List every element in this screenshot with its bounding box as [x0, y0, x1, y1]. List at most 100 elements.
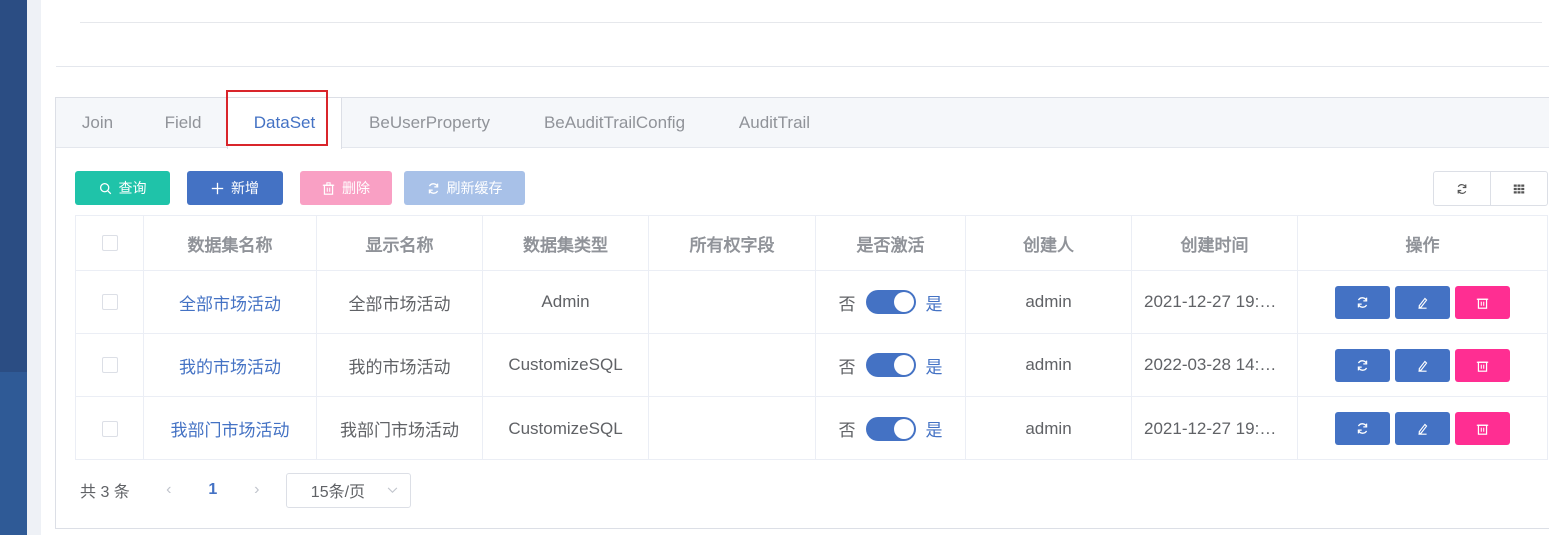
active-switch[interactable]	[865, 416, 916, 441]
actions-cell	[1298, 334, 1547, 396]
switch-on-label: 是	[925, 421, 943, 440]
name-cell: 我的市场活动	[144, 334, 317, 396]
name-cell: 我部门市场活动	[144, 397, 317, 460]
type-cell: CustomizeSQL	[483, 334, 649, 396]
dataset-name-link[interactable]: 我部门市场活动	[171, 416, 290, 441]
dataset-name-link[interactable]: 我的市场活动	[179, 353, 281, 378]
active-switch[interactable]	[865, 353, 916, 377]
tab-audittrail[interactable]: AuditTrail	[712, 98, 837, 148]
pagination-total: 共 3 条	[80, 484, 130, 501]
row-checkbox-cell	[76, 334, 144, 396]
column-header[interactable]: 创建人	[966, 216, 1132, 270]
column-header[interactable]: 数据集类型	[483, 216, 649, 270]
row-checkbox[interactable]	[101, 357, 118, 373]
tab-beaudittrailconfig[interactable]: BeAuditTrailConfig	[517, 98, 712, 148]
refresh-icon	[428, 182, 438, 194]
delete-row-button[interactable]	[1455, 285, 1510, 319]
dataset-table: 数据集名称 显示名称 数据集类型 所有权字段 是否激活 创建人 创建时间 操作 …	[75, 215, 1548, 460]
row-checkbox-cell	[76, 271, 144, 333]
sync-row-button[interactable]	[1335, 412, 1390, 445]
sidebar-strip	[0, 0, 27, 535]
created-time-cell: 2021-12-27 19:…	[1132, 397, 1298, 460]
plus-icon	[211, 182, 224, 194]
creator-cell: admin	[966, 271, 1132, 333]
name-cell: 全部市场活动	[144, 271, 317, 333]
column-header[interactable]: 显示名称	[317, 216, 483, 270]
active-cell: 否 是	[816, 334, 966, 396]
columns-toggle-button[interactable]	[1490, 172, 1547, 205]
active-cell: 否 是	[816, 397, 966, 460]
edit-icon	[1418, 360, 1428, 372]
switch-off-label: 否	[838, 294, 856, 314]
refresh-icon	[1357, 359, 1368, 371]
row-checkbox[interactable]	[101, 420, 118, 437]
table-tools	[1433, 171, 1548, 206]
query-button[interactable]: 查询	[75, 171, 170, 205]
edit-icon	[1418, 423, 1428, 435]
query-button-label: 查询	[118, 180, 147, 196]
column-header[interactable]: 所有权字段	[649, 216, 816, 270]
tab-field[interactable]: Field	[139, 98, 227, 148]
creator-cell: admin	[966, 397, 1132, 460]
row-checkbox-cell	[76, 397, 144, 460]
select-all-checkbox[interactable]	[101, 235, 118, 251]
pagination: 共 3 条 ‹ 1 › 15条/页	[80, 472, 411, 508]
column-header[interactable]: 创建时间	[1132, 216, 1298, 270]
page-size-value: 15条/页	[310, 484, 366, 501]
grid-icon	[1513, 184, 1525, 193]
switch-off-label: 否	[838, 421, 856, 440]
divider	[56, 66, 1549, 67]
tab-join[interactable]: Join	[56, 98, 139, 148]
owner-field-cell	[649, 334, 816, 396]
current-page[interactable]: 1	[184, 481, 242, 499]
table-header-row: 数据集名称 显示名称 数据集类型 所有权字段 是否激活 创建人 创建时间 操作	[76, 216, 1547, 271]
refresh-icon	[1357, 423, 1368, 434]
edit-row-button[interactable]	[1395, 348, 1450, 382]
switch-on-label: 是	[925, 357, 943, 377]
display-name-cell: 全部市场活动	[317, 271, 483, 333]
table-row: 我部门市场活动 我部门市场活动 CustomizeSQL 否 是 admin 2…	[76, 397, 1547, 460]
edit-row-button[interactable]	[1395, 285, 1450, 319]
add-button[interactable]: 新增	[187, 171, 283, 205]
page-size-select[interactable]: 15条/页	[285, 472, 411, 508]
delete-button-label: 删除	[342, 180, 370, 196]
reload-table-button[interactable]	[1434, 172, 1490, 205]
search-icon	[99, 182, 111, 194]
next-page-icon[interactable]: ›	[242, 481, 272, 499]
content-gutter	[27, 0, 41, 535]
owner-field-cell	[649, 397, 816, 460]
tab-beuserproperty[interactable]: BeUserProperty	[342, 98, 517, 148]
header-checkbox-cell	[76, 216, 144, 270]
active-switch[interactable]	[865, 290, 916, 314]
prev-page-icon[interactable]: ‹	[154, 481, 184, 499]
table-row: 全部市场活动 全部市场活动 Admin 否 是 admin 2021-12-27…	[76, 271, 1547, 334]
type-cell: CustomizeSQL	[483, 397, 649, 460]
refresh-icon	[1357, 296, 1368, 308]
trash-icon	[1476, 424, 1489, 435]
trash-icon	[1476, 361, 1489, 372]
trash-icon	[322, 181, 335, 195]
row-checkbox[interactable]	[101, 294, 118, 310]
column-header[interactable]: 数据集名称	[144, 216, 317, 270]
created-time-cell: 2021-12-27 19:…	[1132, 271, 1298, 333]
refresh-icon	[1457, 183, 1467, 194]
actions-cell	[1298, 271, 1547, 333]
refresh-cache-button[interactable]: 刷新缓存	[404, 171, 525, 205]
delete-row-button[interactable]	[1455, 348, 1510, 382]
delete-row-button[interactable]	[1455, 412, 1510, 445]
sync-row-button[interactable]	[1335, 348, 1390, 382]
dataset-name-link[interactable]: 全部市场活动	[179, 290, 281, 315]
creator-cell: admin	[966, 334, 1132, 396]
table-row: 我的市场活动 我的市场活动 CustomizeSQL 否 是 admin 202…	[76, 334, 1547, 397]
active-cell: 否 是	[816, 271, 966, 333]
trash-icon	[1476, 298, 1489, 309]
edit-row-button[interactable]	[1395, 412, 1450, 445]
switch-knob	[893, 292, 914, 312]
owner-field-cell	[649, 271, 816, 333]
delete-button[interactable]: 删除	[300, 171, 392, 205]
tab-dataset[interactable]: DataSet	[227, 98, 342, 149]
add-button-label: 新增	[231, 180, 259, 196]
column-header[interactable]: 是否激活	[816, 216, 966, 270]
sync-row-button[interactable]	[1335, 285, 1390, 319]
display-name-cell: 我部门市场活动	[317, 397, 483, 460]
